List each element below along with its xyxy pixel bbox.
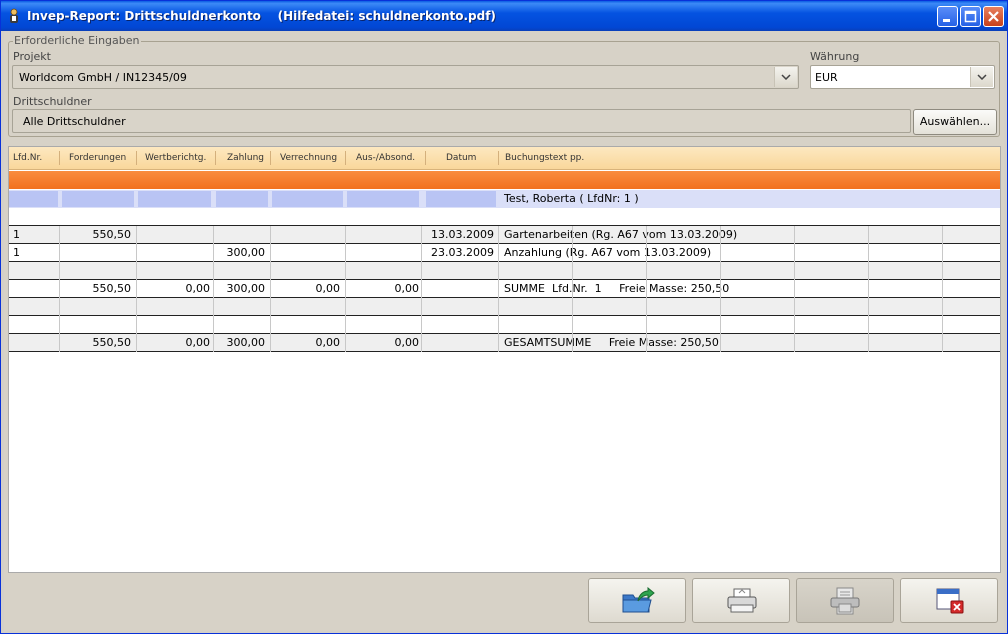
table-header: Lfd.Nr. Forderungen Wertberichtg. Zahlun… xyxy=(9,147,1000,170)
cell-forderungen: 550,50 xyxy=(92,282,132,295)
debtor-field: Alle Drittschuldner xyxy=(12,109,911,133)
cell-lfdnr: 1 xyxy=(13,246,20,259)
close-icon xyxy=(988,11,999,22)
cell-forderungen: 550,50 xyxy=(92,228,132,241)
app-icon xyxy=(10,8,18,23)
report-window: Invep-Report: Drittschuldnerkonto (Hilfe… xyxy=(0,0,1008,634)
table-row-summe[interactable]: 550,50 0,00 300,00 0,00 0,00 SUMME Lfd.N… xyxy=(9,280,1000,298)
table-row[interactable] xyxy=(9,208,1000,226)
close-window-icon xyxy=(936,588,964,614)
table-row-group[interactable]: Test, Roberta ( LfdNr: 1 ) xyxy=(9,190,1000,208)
currency-value: EUR xyxy=(815,71,838,84)
report-table[interactable]: Lfd.Nr. Forderungen Wertberichtg. Zahlun… xyxy=(8,146,1001,573)
currency-combobox[interactable]: EUR xyxy=(810,65,995,89)
table-row[interactable]: 1 550,50 13.03.2009 Gartenarbeiten (Rg. … xyxy=(9,226,1000,244)
col-header-zahlung[interactable]: Zahlung xyxy=(227,153,264,163)
project-dropdown-button[interactable] xyxy=(774,67,797,87)
group-title: Erforderliche Eingaben xyxy=(13,34,141,47)
col-header-datum[interactable]: Datum xyxy=(446,153,476,163)
col-header-wertberichtigung[interactable]: Wertberichtg. xyxy=(145,153,206,163)
chevron-down-icon xyxy=(977,74,987,80)
chevron-down-icon xyxy=(781,74,791,80)
currency-dropdown-button[interactable] xyxy=(970,67,993,87)
cell-lfdnr: 1 xyxy=(13,228,20,241)
cell-wertberichtigung: 0,00 xyxy=(185,336,211,349)
title-bar[interactable]: Invep-Report: Drittschuldnerkonto (Hilfe… xyxy=(1,1,1007,31)
table-group-band xyxy=(9,171,1000,189)
project-combobox[interactable]: Worldcom GmbH / IN12345/09 xyxy=(12,65,799,89)
select-button-label: Auswählen... xyxy=(919,115,991,128)
window-title: Invep-Report: Drittschuldnerkonto (Hilfe… xyxy=(27,9,496,23)
print-icon xyxy=(727,588,757,613)
cell-buchungstext: SUMME Lfd.Nr. 1 Freie Masse: 250,50 xyxy=(504,282,730,295)
close-button[interactable] xyxy=(983,6,1004,27)
minimize-button[interactable] xyxy=(937,6,958,27)
print-preview-button[interactable] xyxy=(796,578,894,623)
col-header-lfdnr[interactable]: Lfd.Nr. xyxy=(13,153,42,163)
cell-wertberichtigung: 0,00 xyxy=(185,282,211,295)
maximize-button[interactable] xyxy=(960,6,981,27)
table-row[interactable] xyxy=(9,316,1000,334)
export-icon xyxy=(622,587,655,613)
col-header-aus-absond[interactable]: Aus-/Absond. xyxy=(356,153,415,163)
table-row[interactable] xyxy=(9,298,1000,316)
col-header-verrechnung[interactable]: Verrechnung xyxy=(280,153,337,163)
cell-verrechnung: 0,00 xyxy=(315,336,341,349)
group-row-label: Test, Roberta ( LfdNr: 1 ) xyxy=(504,192,639,205)
export-button[interactable] xyxy=(588,578,686,623)
select-debtor-button[interactable]: Auswählen... xyxy=(913,109,997,135)
print-button[interactable] xyxy=(692,578,790,623)
cell-aus-absond: 0,00 xyxy=(394,282,420,295)
table-row[interactable]: 1 300,00 23.03.2009 Anzahlung (Rg. A67 v… xyxy=(9,244,1000,262)
cell-zahlung: 300,00 xyxy=(226,282,266,295)
bottom-toolbar xyxy=(4,576,1004,631)
print-preview-icon xyxy=(830,587,860,615)
cell-buchungstext: Gartenarbeiten (Rg. A67 vom 13.03.2009) xyxy=(504,228,738,241)
table-row[interactable] xyxy=(9,262,1000,280)
project-label: Projekt xyxy=(13,50,51,63)
table-row-gesamtsumme[interactable]: 550,50 0,00 300,00 0,00 0,00 GESAMTSUMME… xyxy=(9,334,1000,352)
col-header-buchungstext[interactable]: Buchungstext pp. xyxy=(505,153,584,163)
debtor-value: Alle Drittschuldner xyxy=(23,115,126,128)
client-area: Erforderliche Eingaben Projekt Worldcom … xyxy=(4,31,1004,631)
cell-zahlung: 300,00 xyxy=(226,246,266,259)
project-value: Worldcom GmbH / IN12345/09 xyxy=(19,71,187,84)
cell-buchungstext: Anzahlung (Rg. A67 vom 13.03.2009) xyxy=(504,246,712,259)
minimize-icon xyxy=(943,19,950,22)
col-header-forderungen[interactable]: Forderungen xyxy=(69,153,126,163)
cell-buchungstext: GESAMTSUMME Freie Masse: 250,50 xyxy=(504,336,719,349)
cell-datum: 23.03.2009 xyxy=(431,246,494,259)
cell-aus-absond: 0,00 xyxy=(394,336,420,349)
cell-verrechnung: 0,00 xyxy=(315,282,341,295)
cell-zahlung: 300,00 xyxy=(226,336,266,349)
close-report-button[interactable] xyxy=(900,578,998,623)
maximize-icon xyxy=(964,10,977,23)
cell-forderungen: 550,50 xyxy=(92,336,132,349)
debtor-label: Drittschuldner xyxy=(13,95,92,108)
cell-datum: 13.03.2009 xyxy=(431,228,494,241)
currency-label: Währung xyxy=(810,50,860,63)
